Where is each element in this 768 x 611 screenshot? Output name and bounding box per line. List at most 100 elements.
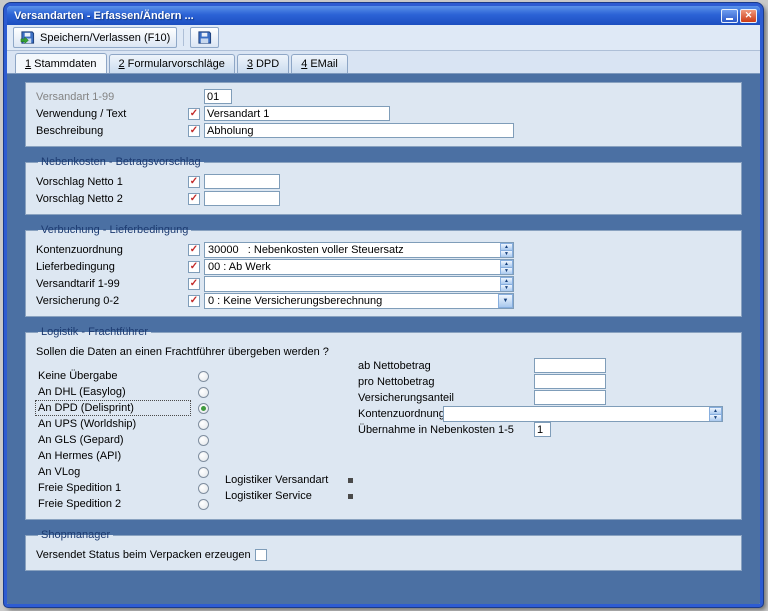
titlebar[interactable]: Versandarten - Erfassen/Ändern ... ✕ xyxy=(7,6,760,25)
check-icon: ✓ xyxy=(190,126,198,136)
ab-nettobetrag-input[interactable] xyxy=(534,358,606,373)
spin-up-icon[interactable]: ▲ xyxy=(500,243,513,251)
check-icon: ✓ xyxy=(190,262,198,272)
pro-nettobetrag-label: pro Nettobetrag xyxy=(358,376,534,388)
group-verbuchung-title: Verbuchung - Lieferbedingung xyxy=(38,224,191,236)
group-logistik: Logistik - Frachtführer Sollen die Daten… xyxy=(25,326,742,520)
vorschlag2-checkbox[interactable]: ✓ xyxy=(188,193,200,205)
beschreibung-checkbox[interactable]: ✓ xyxy=(188,125,200,137)
verwendung-input[interactable] xyxy=(204,106,390,121)
versendet-status-checkbox[interactable] xyxy=(255,549,267,561)
radio-label-an-ups: An UPS (Worldship) xyxy=(36,417,190,431)
dropdown-arrow-icon[interactable]: ▼ xyxy=(498,294,513,308)
minimize-icon xyxy=(726,18,733,20)
minimize-button[interactable] xyxy=(721,9,738,23)
logistiker-service-indicator[interactable] xyxy=(348,494,353,499)
tab-email[interactable]: 4EMail xyxy=(291,54,348,73)
kontenzuordnung-label: Kontenzuordnung xyxy=(36,244,188,256)
vorschlag2-label: Vorschlag Netto 2 xyxy=(36,193,188,205)
kontenzuordnung-value: 30000 : Nebenkosten voller Steuersatz xyxy=(205,243,500,257)
versandtarif-value xyxy=(205,277,500,291)
content-panel: Versandart 1-99 Verwendung / Text ✓ Besc… xyxy=(7,73,760,604)
radio-an-hermes[interactable] xyxy=(198,451,209,462)
save-exit-button[interactable]: Speichern/Verlassen (F10) xyxy=(13,27,177,48)
radio-an-gls[interactable] xyxy=(198,435,209,446)
radio-label-an-vlog: An VLog xyxy=(36,465,190,479)
spin-down-icon[interactable]: ▼ xyxy=(500,251,513,258)
kontenzuordnung-spinner[interactable]: ▲▼ xyxy=(500,243,513,257)
check-icon: ✓ xyxy=(190,177,198,187)
save-icon xyxy=(197,30,212,45)
tab-accesskey: 4 xyxy=(301,58,307,70)
tab-label: Formularvorschläge xyxy=(128,58,225,70)
save-button[interactable] xyxy=(190,27,219,48)
ab-nettobetrag-label: ab Nettobetrag xyxy=(358,360,534,372)
versicherung-combo[interactable]: 0 : Keine Versicherungsberechnung ▼ xyxy=(204,293,514,309)
spin-down-icon[interactable]: ▼ xyxy=(500,268,513,275)
lieferbedingung-combo[interactable]: 00 : Ab Werk ▲▼ xyxy=(204,259,514,275)
radio-freie-spedition-2[interactable] xyxy=(198,499,209,510)
radio-an-dhl[interactable] xyxy=(198,387,209,398)
tab-formularvorschlaege[interactable]: 2Formularvorschläge xyxy=(109,54,235,73)
lieferbedingung-label: Lieferbedingung xyxy=(36,261,188,273)
radio-an-dpd[interactable] xyxy=(198,403,209,414)
radio-row: Freie Spedition 2 xyxy=(36,496,731,512)
spin-up-icon[interactable]: ▲ xyxy=(500,277,513,285)
spin-up-icon[interactable]: ▲ xyxy=(709,407,722,415)
spin-down-icon[interactable]: ▼ xyxy=(709,415,722,422)
save-exit-label: Speichern/Verlassen (F10) xyxy=(40,32,170,44)
versandtarif-combo[interactable]: ▲▼ xyxy=(204,276,514,292)
lieferbedingung-spinner[interactable]: ▲▼ xyxy=(500,260,513,274)
logistiker-versandart-label: Logistiker Versandart xyxy=(225,474,328,486)
logistiker-versandart-row: Logistiker Versandart xyxy=(225,472,353,488)
lieferbedingung-row: Lieferbedingung ✓ 00 : Ab Werk ▲▼ xyxy=(36,258,731,275)
versandtarif-checkbox[interactable]: ✓ xyxy=(188,278,200,290)
close-button[interactable]: ✕ xyxy=(740,9,757,23)
tab-stammdaten[interactable]: 1Stammdaten xyxy=(15,53,107,73)
toolbar: Speichern/Verlassen (F10) xyxy=(7,25,760,51)
radio-label-freie-spedition-1: Freie Spedition 1 xyxy=(36,481,190,495)
radio-row: Freie Spedition 1 xyxy=(36,480,731,496)
tab-dpd[interactable]: 3DPD xyxy=(237,54,289,73)
frachtfuehrer-question: Sollen die Daten an einen Frachtführer ü… xyxy=(36,346,731,358)
versandart-input[interactable] xyxy=(204,89,232,104)
radio-keine-uebergabe[interactable] xyxy=(198,371,209,382)
kontenzuordnung-checkbox[interactable]: ✓ xyxy=(188,244,200,256)
versicherung-row: Versicherung 0-2 ✓ 0 : Keine Versicherun… xyxy=(36,292,731,309)
tab-label: Stammdaten xyxy=(34,58,96,70)
spin-up-icon[interactable]: ▲ xyxy=(500,260,513,268)
versicherungsanteil-row: Versicherungsanteil xyxy=(358,390,723,405)
uebernahme-input[interactable] xyxy=(534,422,551,437)
pro-nettobetrag-input[interactable] xyxy=(534,374,606,389)
versandtarif-spinner[interactable]: ▲▼ xyxy=(500,277,513,291)
logistik-kontenzuordnung-spinner[interactable]: ▲▼ xyxy=(709,407,722,421)
lieferbedingung-value: 00 : Ab Werk xyxy=(205,260,500,274)
group-logistik-title: Logistik - Frachtführer xyxy=(38,326,151,338)
radio-an-vlog[interactable] xyxy=(198,467,209,478)
logistik-kontenzuordnung-combo[interactable]: ▲▼ xyxy=(443,406,723,422)
versicherung-checkbox[interactable]: ✓ xyxy=(188,295,200,307)
kontenzuordnung-combo[interactable]: 30000 : Nebenkosten voller Steuersatz ▲▼ xyxy=(204,242,514,258)
logistiker-versandart-indicator[interactable] xyxy=(348,478,353,483)
lieferbedingung-checkbox[interactable]: ✓ xyxy=(188,261,200,273)
spin-down-icon[interactable]: ▼ xyxy=(500,285,513,292)
vorschlag2-row: Vorschlag Netto 2 ✓ xyxy=(36,190,731,207)
beschreibung-input[interactable] xyxy=(204,123,514,138)
uebernahme-label: Übernahme in Nebenkosten 1-5 xyxy=(358,424,534,436)
versicherung-label: Versicherung 0-2 xyxy=(36,295,188,307)
toolbar-separator xyxy=(183,29,184,46)
verwendung-label: Verwendung / Text xyxy=(36,108,188,120)
vorschlag2-input[interactable] xyxy=(204,191,280,206)
radio-row: An Hermes (API) xyxy=(36,448,731,464)
radio-freie-spedition-1[interactable] xyxy=(198,483,209,494)
beschreibung-label: Beschreibung xyxy=(36,125,188,137)
versicherungsanteil-label: Versicherungsanteil xyxy=(358,392,534,404)
check-icon: ✓ xyxy=(190,109,198,119)
verwendung-checkbox[interactable]: ✓ xyxy=(188,108,200,120)
logistik-kontenzuordnung-value xyxy=(444,407,709,421)
group-stammdaten: Versandart 1-99 Verwendung / Text ✓ Besc… xyxy=(25,82,742,147)
versicherungsanteil-input[interactable] xyxy=(534,390,606,405)
radio-an-ups[interactable] xyxy=(198,419,209,430)
vorschlag1-checkbox[interactable]: ✓ xyxy=(188,176,200,188)
vorschlag1-input[interactable] xyxy=(204,174,280,189)
